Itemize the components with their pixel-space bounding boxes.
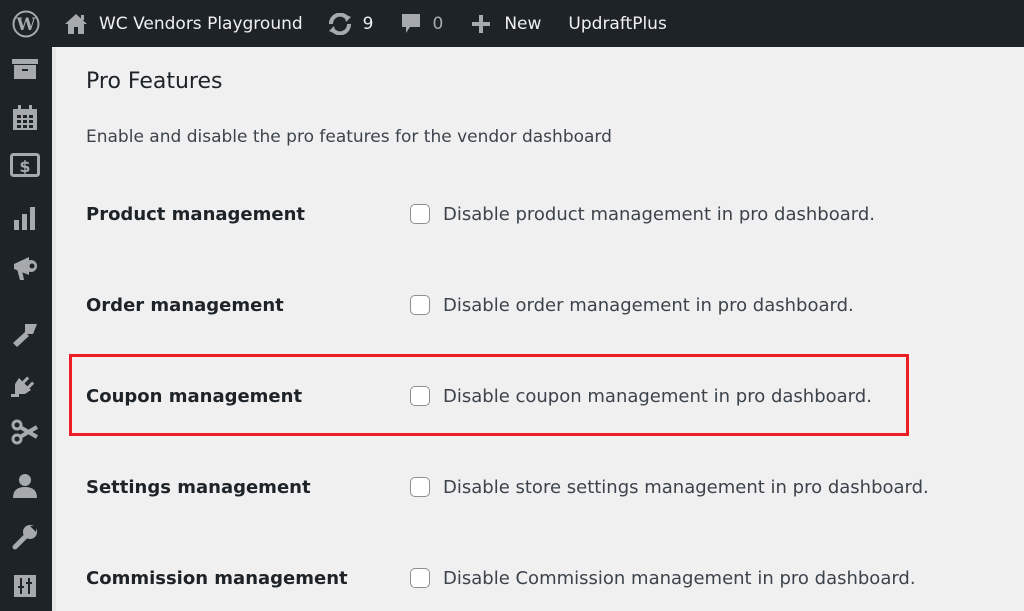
feature-row-settings: Settings management Disable store settin… [86,467,986,507]
feature-option-label[interactable]: Disable coupon management in pro dashboa… [443,386,872,407]
comments-count: 0 [432,13,444,34]
comment-icon [401,13,420,33]
comments-link[interactable]: 0 [400,0,444,47]
scissors-icon[interactable] [10,417,40,447]
updraftplus-label: UpdraftPlus [568,13,667,34]
settings-sliders-icon[interactable] [10,571,40,601]
updates-icon [328,12,351,35]
wordpress-logo-button[interactable]: W [0,0,52,47]
page-title: Pro Features [86,69,223,94]
feature-row-commission: Commission management Disable Commission… [86,558,986,598]
new-content-link[interactable]: New [471,0,541,47]
megaphone-icon[interactable] [10,253,40,283]
svg-text:W: W [15,15,36,35]
disable-commission-management-checkbox[interactable] [410,568,430,588]
svg-text:$: $ [19,157,30,176]
disable-settings-management-checkbox[interactable] [410,477,430,497]
feature-option-label[interactable]: Disable product management in pro dashbo… [443,204,875,225]
new-label: New [504,13,542,34]
page-description: Enable and disable the pro features for … [86,127,612,147]
updates-count: 9 [362,13,374,34]
admin-bar: W WC Vendors Playground 9 0 New UpdraftP… [0,0,1024,47]
feature-option-label[interactable]: Disable order management in pro dashboar… [443,295,854,316]
archive-icon[interactable] [10,54,40,84]
disable-order-management-checkbox[interactable] [410,295,430,315]
feature-row-order: Order management Disable order managemen… [86,285,986,325]
wordpress-logo-icon: W [12,10,40,37]
plus-icon [472,14,491,33]
disable-coupon-management-checkbox[interactable] [410,386,430,406]
site-name: WC Vendors Playground [99,13,303,34]
main-content: Pro Features Enable and disable the pro … [52,47,1024,611]
updates-link[interactable]: 9 [327,0,374,47]
updraftplus-link[interactable]: UpdraftPlus [568,0,666,47]
feature-label: Commission management [86,567,348,589]
calendar-icon[interactable] [10,103,40,133]
plugin-icon[interactable] [10,369,40,399]
feature-row-product: Product management Disable product manag… [86,194,986,234]
feature-label: Coupon management [86,385,303,407]
site-name-link[interactable]: WC Vendors Playground [64,0,303,47]
feature-label: Settings management [86,476,311,498]
user-icon[interactable] [10,471,40,501]
disable-product-management-checkbox[interactable] [410,204,430,224]
feature-row-coupon: Coupon management Disable coupon managem… [86,376,986,416]
feature-option-label[interactable]: Disable Commission management in pro das… [443,568,916,589]
feature-label: Order management [86,294,284,316]
home-icon [65,13,87,34]
wrench-icon[interactable] [10,522,40,552]
feature-label: Product management [86,203,306,225]
admin-sidebar: $ [0,47,52,611]
chart-icon[interactable] [10,203,40,233]
feature-option-label[interactable]: Disable store settings management in pro… [443,477,929,498]
brush-icon[interactable] [10,319,40,349]
money-icon[interactable]: $ [10,150,40,180]
